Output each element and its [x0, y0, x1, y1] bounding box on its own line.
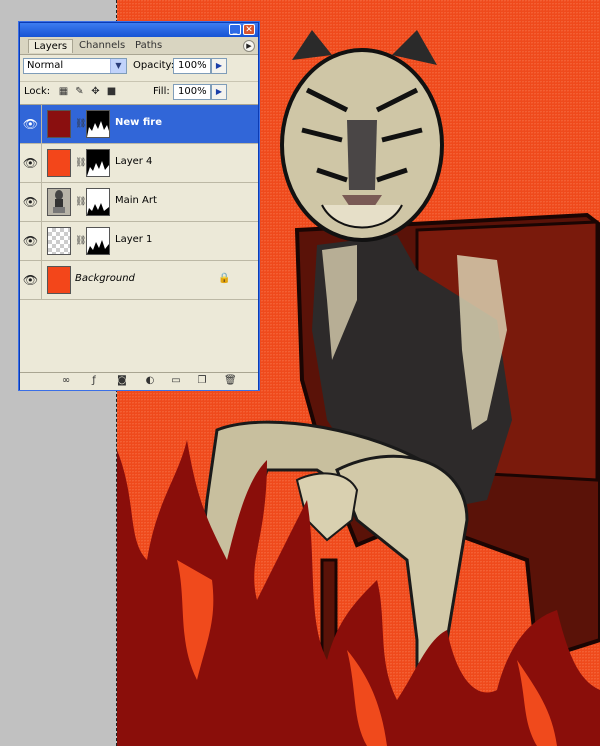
lock-label: Lock: — [24, 86, 51, 97]
layer-row-background[interactable]: 👁 Background 🔒 — [20, 261, 258, 300]
layer-mask-thumbnail[interactable] — [86, 188, 110, 216]
layer-mask-thumbnail[interactable] — [86, 149, 110, 177]
layer-row-main-art[interactable]: 👁 ⛓ Main Art — [20, 183, 258, 222]
chain-link-icon[interactable]: ⛓ — [75, 234, 86, 248]
lock-transparency-icon[interactable]: ▦ — [58, 86, 69, 97]
layer-mask-thumbnail[interactable] — [86, 227, 110, 255]
minimize-icon[interactable]: _ — [229, 24, 241, 35]
palette-titlebar[interactable]: _ ✕ — [20, 23, 258, 37]
blend-mode-select[interactable]: Normal ▼ — [23, 58, 127, 74]
eye-icon[interactable]: 👁 — [20, 222, 42, 260]
layer-style-icon[interactable]: ƒ — [88, 375, 100, 387]
lock-position-icon[interactable]: ✥ — [90, 86, 101, 97]
layer-thumbnail — [47, 149, 71, 177]
tab-layers[interactable]: Layers — [28, 39, 74, 53]
layer-name[interactable]: Layer 1 — [115, 234, 152, 245]
palette-footer: ∞ ƒ ◙ ◐ ▭ ❐ 🗑 — [20, 372, 258, 390]
new-layer-icon[interactable]: ❐ — [196, 375, 208, 387]
palette-menu-icon[interactable]: ▶ — [243, 40, 255, 52]
opacity-slider-icon[interactable]: ▶ — [211, 58, 227, 74]
adjustment-layer-icon[interactable]: ◐ — [144, 375, 156, 387]
fill-label: Fill: — [153, 86, 170, 97]
chain-link-icon[interactable]: ⛓ — [75, 117, 86, 131]
chain-link-icon[interactable]: ⛓ — [75, 195, 86, 209]
layer-name[interactable]: New fire — [115, 117, 162, 128]
eye-icon[interactable]: 👁 — [20, 261, 42, 299]
layers-list: 👁 ⛓ New fire 👁 ⛓ Layer 4 👁 ⛓ Main Art 👁 … — [20, 104, 258, 373]
layer-row-new-fire[interactable]: 👁 ⛓ New fire — [20, 105, 258, 144]
fill-slider-icon[interactable]: ▶ — [211, 84, 227, 100]
chevron-down-icon[interactable]: ▼ — [110, 59, 126, 73]
chain-link-icon[interactable]: ⛓ — [75, 156, 86, 170]
padlock-icon: 🔒 — [218, 273, 231, 284]
tab-paths[interactable]: Paths — [130, 39, 167, 53]
eye-icon[interactable]: 👁 — [20, 144, 42, 182]
palette-tabs: Layers Channels Paths ▶ — [20, 37, 258, 55]
layer-thumbnail — [47, 266, 71, 294]
close-icon[interactable]: ✕ — [243, 24, 255, 35]
fill-field[interactable]: 100% — [173, 84, 211, 100]
lock-all-icon[interactable]: ■ — [106, 86, 117, 97]
layers-palette: _ ✕ Layers Channels Paths ▶ Normal ▼ Opa… — [19, 22, 259, 390]
blend-row: Normal ▼ Opacity: 100% ▶ — [20, 56, 258, 78]
add-mask-icon[interactable]: ◙ — [116, 375, 128, 387]
layer-thumbnail — [47, 227, 71, 255]
layer-thumbnail — [47, 188, 71, 216]
layer-mask-thumbnail[interactable] — [86, 110, 110, 138]
layer-name[interactable]: Background — [75, 273, 135, 284]
layer-name[interactable]: Layer 4 — [115, 156, 152, 167]
tab-channels[interactable]: Channels — [74, 39, 130, 53]
layer-row-layer-4[interactable]: 👁 ⛓ Layer 4 — [20, 144, 258, 183]
layer-thumbnail — [47, 110, 71, 138]
delete-layer-icon[interactable]: 🗑 — [224, 375, 237, 387]
lock-row: Lock: ▦ ✎ ✥ ■ Fill: 100% ▶ — [20, 81, 258, 104]
layer-name[interactable]: Main Art — [115, 195, 157, 206]
opacity-field[interactable]: 100% — [173, 58, 211, 74]
link-layers-icon[interactable]: ∞ — [60, 375, 72, 387]
eye-icon[interactable]: 👁 — [20, 183, 42, 221]
lock-image-icon[interactable]: ✎ — [74, 86, 85, 97]
opacity-label: Opacity: — [133, 60, 175, 71]
new-group-icon[interactable]: ▭ — [170, 375, 182, 387]
blend-mode-value: Normal — [27, 60, 64, 71]
layer-row-layer-1[interactable]: 👁 ⛓ Layer 1 — [20, 222, 258, 261]
eye-icon[interactable]: 👁 — [20, 105, 42, 143]
